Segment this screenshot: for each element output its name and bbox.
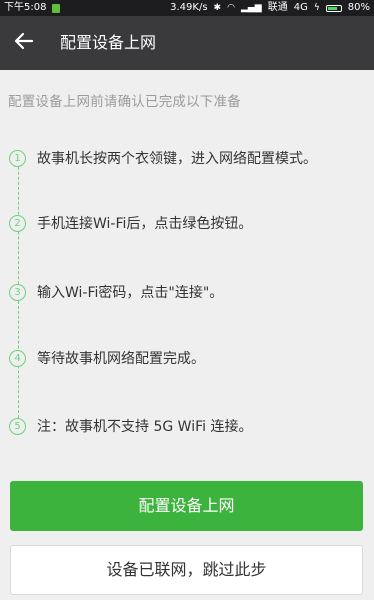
step-number-badge: 5 — [9, 417, 26, 435]
status-right: 3.49K/s ✱ ◠ ▂▄▆ 联通 4G ϟ 80% — [170, 0, 370, 16]
step-item-1: 1 故事机长按两个衣领键，进入网络配置模式。 — [9, 148, 317, 168]
signal-icon: ▂▄▆ — [240, 3, 262, 13]
step-number-badge: 1 — [9, 149, 26, 167]
charging-icon: ϟ — [313, 3, 320, 13]
intro-text: 配置设备上网前请确认已完成以下准备 — [8, 94, 241, 110]
step-text: 故事机长按两个衣领键，进入网络配置模式。 — [37, 151, 317, 167]
step-item-3: 3 输入Wi-Fi密码，点击"连接"。 — [9, 282, 223, 302]
notification-icon — [52, 3, 61, 13]
status-bar: 下午5:08 3.49K/s ✱ ◠ ▂▄▆ 联通 4G ϟ 80% — [0, 0, 374, 16]
status-left: 下午5:08 — [4, 0, 61, 16]
wifi-icon: ◠ — [227, 3, 235, 13]
step-item-5: 5 注：故事机不支持 5G WiFi 连接。 — [9, 416, 252, 436]
bluetooth-icon: ✱ — [213, 3, 222, 13]
skip-step-button[interactable]: 设备已联网，跳过此步 — [10, 545, 363, 595]
step-text: 输入Wi-Fi密码，点击"连接"。 — [37, 285, 224, 301]
network-speed: 3.49K/s — [170, 2, 208, 13]
step-number-badge: 4 — [9, 349, 26, 367]
step-number-badge: 3 — [9, 283, 26, 301]
battery-icon — [325, 4, 342, 12]
step-text: 注：故事机不支持 5G WiFi 连接。 — [37, 419, 253, 435]
arrow-left-icon[interactable] — [12, 29, 36, 53]
battery-percent: 80% — [347, 2, 370, 13]
header: 配置设备上网 — [0, 16, 374, 70]
configure-network-button[interactable]: 配置设备上网 — [10, 481, 363, 531]
step-number-badge: 2 — [9, 214, 26, 232]
status-time: 下午5:08 — [4, 2, 47, 13]
step-text: 手机连接Wi-Fi后，点击绿色按钮。 — [37, 216, 253, 232]
step-item-2: 2 手机连接Wi-Fi后，点击绿色按钮。 — [9, 213, 252, 233]
page-title: 配置设备上网 — [60, 33, 157, 52]
battery-fill — [327, 6, 338, 10]
network-type: 4G — [293, 2, 308, 13]
carrier-name: 联通 — [267, 2, 288, 13]
step-item-4: 4 等待故事机网络配置完成。 — [9, 348, 205, 368]
step-text: 等待故事机网络配置完成。 — [37, 351, 205, 367]
